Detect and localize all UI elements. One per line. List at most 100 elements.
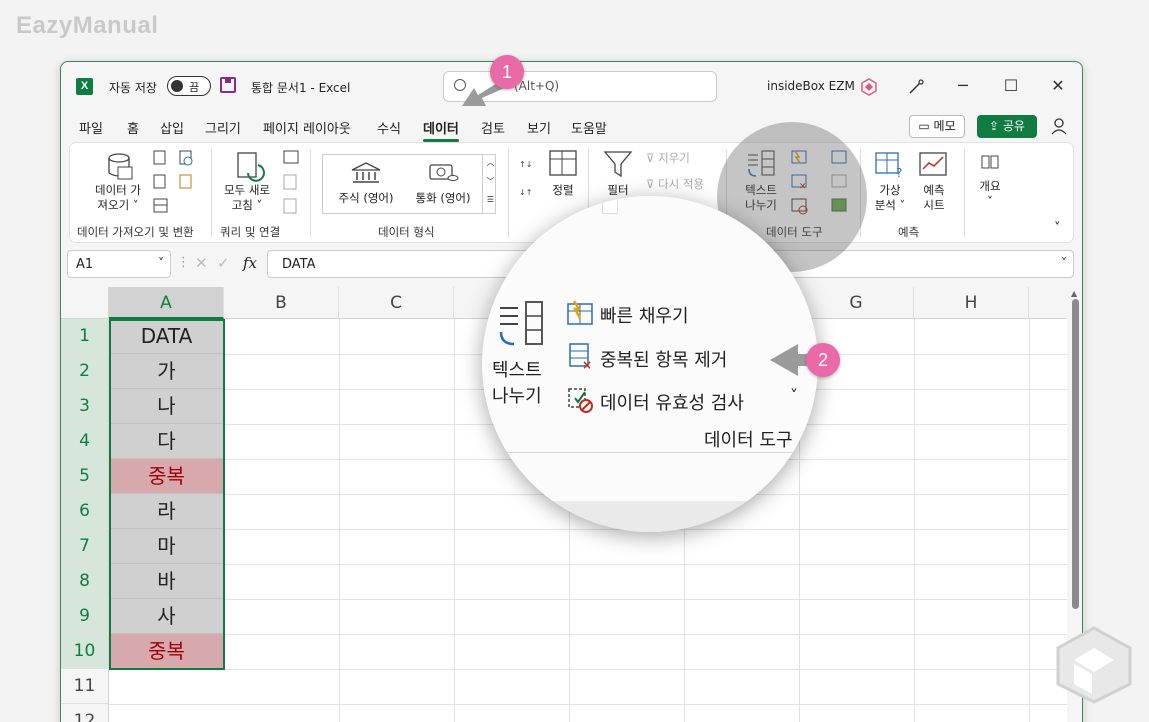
name-box-value: A1 (76, 257, 94, 272)
refresh-all-icon (237, 152, 265, 182)
close-button[interactable]: ✕ (1046, 74, 1070, 98)
tab-draw[interactable]: 그리기 (205, 118, 241, 137)
cell-a10-duplicate[interactable]: 중복 (109, 634, 224, 669)
gallery-scroll[interactable]: ︿ ﹀ ☰ (482, 154, 498, 214)
tab-insert[interactable]: 삽입 (160, 118, 184, 137)
ribbon-collapse-chevron-icon[interactable]: ˅ (1054, 221, 1061, 236)
divider (602, 196, 618, 214)
column-header[interactable]: G (799, 287, 914, 319)
flash-fill-button[interactable]: 빠른 채우기 (600, 302, 689, 328)
svg-text:×: × (582, 358, 592, 370)
row-header[interactable]: 7 (61, 529, 109, 564)
cell-a3[interactable]: 나 (109, 389, 224, 424)
cell-a6[interactable]: 라 (109, 494, 224, 529)
group-separator (508, 149, 509, 237)
row-header[interactable]: 4 (61, 424, 109, 459)
enter-icon[interactable]: ✓ (217, 254, 230, 272)
formula-content: DATA (282, 257, 316, 272)
cell-a9[interactable]: 사 (109, 599, 224, 634)
account-badge-icon[interactable] (859, 77, 879, 97)
cell-a7[interactable]: 마 (109, 529, 224, 564)
clear-button[interactable]: ⊽ 지우기 (646, 151, 690, 166)
cell-a8[interactable]: 바 (109, 564, 224, 599)
column-header[interactable] (1029, 287, 1069, 319)
text-to-columns-label-1[interactable]: 텍스트 (492, 356, 542, 382)
row-header[interactable]: 12 (61, 704, 109, 722)
currency-icon (429, 164, 459, 181)
outline-icon (981, 155, 999, 169)
data-validation-button[interactable]: 데이터 유효성 검사 (600, 389, 744, 415)
forecast-sheet-button[interactable]: 예측 시트 (916, 183, 952, 213)
coauthor-icon[interactable] (1051, 117, 1069, 135)
row-header[interactable]: 2 (61, 354, 109, 389)
share-button[interactable]: ⇪ 공유 (977, 115, 1037, 138)
column-header[interactable]: A (109, 287, 224, 319)
what-if-button[interactable]: 가상 분석 ˅ (870, 183, 910, 213)
tab-home[interactable]: 홈 (127, 118, 139, 137)
autosave-toggle[interactable]: 끔 (167, 76, 211, 96)
tab-formulas[interactable]: 수식 (377, 118, 401, 137)
memo-button[interactable]: ▭ 메모 (909, 115, 965, 138)
row-header[interactable]: 9 (61, 599, 109, 634)
data-types-gallery[interactable]: 주식 (영어) 통화 (영어) (322, 154, 496, 214)
chevron-down-icon[interactable]: ˅ (790, 386, 798, 405)
pen-icon[interactable] (906, 77, 926, 97)
sort-az-icon[interactable]: ↑↓ ↓↑ (518, 155, 536, 205)
toggle-knob (171, 80, 183, 92)
row-header[interactable]: 3 (61, 389, 109, 424)
gridline (339, 319, 340, 722)
user-name[interactable]: insideBox EZM (767, 79, 855, 93)
column-header[interactable]: C (339, 287, 454, 319)
group-label-get-data: 데이터 가져오기 및 변환 (77, 225, 194, 239)
column-header[interactable]: B (224, 287, 339, 319)
insert-function-button[interactable]: fx (243, 254, 257, 272)
tab-file[interactable]: 파일 (79, 118, 103, 137)
document-title: 통합 문서1 - Excel (251, 81, 351, 95)
scrollbar-thumb[interactable] (1072, 299, 1079, 609)
row-header[interactable]: 5 (61, 459, 109, 494)
column-header[interactable]: H (914, 287, 1029, 319)
divider (482, 452, 818, 453)
clear-label: 지우기 (658, 151, 690, 165)
reapply-button[interactable]: ⊽ 다시 적용 (646, 177, 704, 192)
chevron-down-icon: ˅ (158, 256, 164, 270)
cell-a4[interactable]: 다 (109, 424, 224, 459)
query-small-icons[interactable] (282, 149, 302, 219)
remove-duplicates-button[interactable]: 중복된 항목 제거 (600, 346, 727, 372)
gridline (109, 599, 1069, 600)
scroll-up-icon[interactable]: ▲ (1071, 289, 1077, 298)
group-label-data-types: 데이터 형식 (378, 225, 435, 239)
save-icon[interactable] (220, 77, 236, 93)
row-header[interactable]: 1 (61, 319, 109, 354)
select-all-button[interactable] (61, 287, 109, 319)
tab-view[interactable]: 보기 (527, 118, 551, 137)
svg-text:↑↓: ↑↓ (519, 160, 532, 169)
cell-a5-duplicate[interactable]: 중복 (109, 459, 224, 494)
row-header[interactable]: 8 (61, 564, 109, 599)
gridline (914, 319, 915, 722)
name-box[interactable]: A1 ˅ (67, 250, 171, 278)
tab-review[interactable]: 검토 (481, 118, 505, 137)
tab-data[interactable]: 데이터 (423, 118, 459, 142)
outline-button[interactable]: 개요 ˅ (972, 179, 1008, 209)
get-data-small-icons[interactable] (152, 149, 212, 219)
cell-a2[interactable]: 가 (109, 354, 224, 389)
forecast-label-1: 예측 (923, 183, 945, 197)
row-header[interactable]: 6 (61, 494, 109, 529)
text-to-columns-label-2[interactable]: 나누기 (492, 382, 542, 408)
minimize-button[interactable]: ─ (951, 74, 975, 98)
cancel-icon[interactable]: ✕ (195, 254, 208, 272)
row-header[interactable]: 11 (61, 669, 109, 704)
forecast-sheet-icon (919, 152, 947, 176)
maximize-button[interactable]: ☐ (999, 74, 1023, 98)
sort-button[interactable]: 정렬 (546, 183, 580, 198)
tab-help[interactable]: 도움말 (571, 118, 607, 137)
svg-text:↓↑: ↓↑ (519, 188, 532, 197)
refresh-all-button[interactable]: 모두 새로 고침 ˅ (218, 183, 276, 213)
group-separator (310, 149, 311, 237)
cell-a1[interactable]: DATA (109, 319, 224, 354)
tab-page-layout[interactable]: 페이지 레이아웃 (263, 118, 351, 137)
row-header[interactable]: 10 (61, 634, 109, 669)
get-data-button[interactable]: 데이터 가 져오기 ˅ (88, 183, 148, 213)
autosave-state: 끔 (189, 81, 200, 94)
